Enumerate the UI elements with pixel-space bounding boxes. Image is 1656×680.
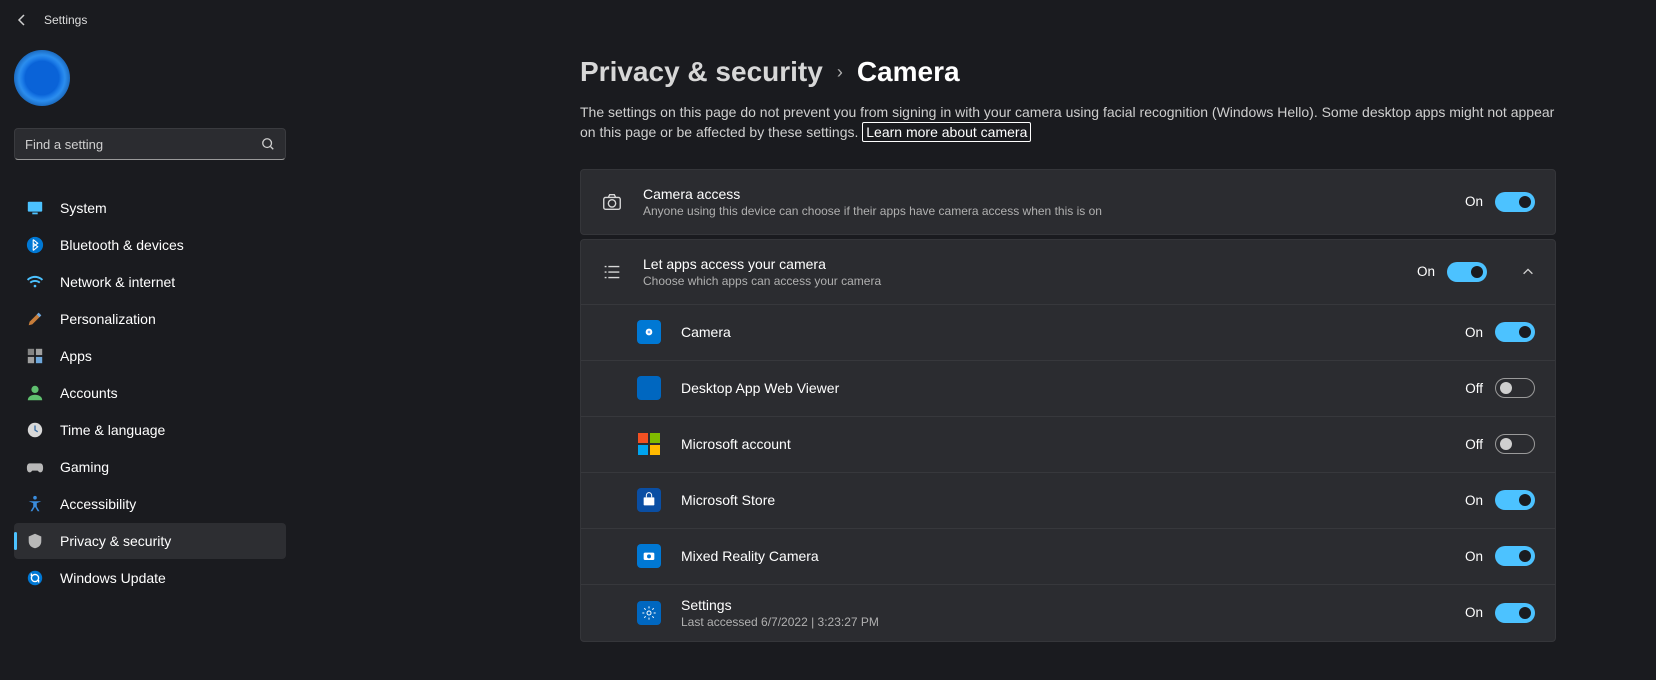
nav-label: Time & language (60, 422, 165, 438)
nav-time[interactable]: Time & language (14, 412, 286, 448)
toggle-state-label: On (1465, 549, 1483, 564)
nav-label: Apps (60, 348, 92, 364)
camera-access-row[interactable]: Camera access Anyone using this device c… (581, 170, 1555, 234)
gamepad-icon (26, 458, 44, 476)
camera-access-card: Camera access Anyone using this device c… (580, 169, 1556, 235)
user-avatar[interactable] (14, 50, 70, 106)
clock-icon (26, 421, 44, 439)
nav-label: Privacy & security (60, 533, 171, 549)
breadcrumb: Privacy & security › Camera (580, 56, 1556, 88)
app-icon (637, 432, 661, 456)
app-subtitle: Last accessed 6/7/2022 | 3:23:27 PM (681, 615, 1445, 629)
app-toggle[interactable] (1495, 603, 1535, 623)
let-apps-card: Let apps access your camera Choose which… (580, 239, 1556, 642)
nav-label: System (60, 200, 107, 216)
update-icon (26, 569, 44, 587)
nav-bluetooth[interactable]: Bluetooth & devices (14, 227, 286, 263)
app-icon (637, 544, 661, 568)
app-icon (637, 320, 661, 344)
sidebar: System Bluetooth & devices Network & int… (0, 40, 300, 680)
nav-label: Personalization (60, 311, 156, 327)
search-input[interactable] (25, 137, 251, 152)
nav-apps[interactable]: Apps (14, 338, 286, 374)
app-row-ms-account[interactable]: Microsoft account Off (581, 416, 1555, 472)
nav-system[interactable]: System (14, 190, 286, 226)
nav-label: Accounts (60, 385, 118, 401)
app-row-camera[interactable]: Camera On (581, 304, 1555, 360)
wifi-icon (26, 273, 44, 291)
row-title: Camera access (643, 186, 1445, 202)
chevron-right-icon: › (837, 62, 843, 83)
nav-gaming[interactable]: Gaming (14, 449, 286, 485)
person-icon (26, 384, 44, 402)
apps-icon (26, 347, 44, 365)
nav-privacy[interactable]: Privacy & security (14, 523, 286, 559)
app-toggle[interactable] (1495, 322, 1535, 342)
breadcrumb-parent[interactable]: Privacy & security (580, 56, 823, 88)
toggle-state-label: On (1465, 605, 1483, 620)
bluetooth-icon (26, 236, 44, 254)
learn-more-link[interactable]: Learn more about camera (862, 122, 1031, 142)
search-box[interactable] (14, 128, 286, 160)
app-row-settings[interactable]: Settings Last accessed 6/7/2022 | 3:23:2… (581, 584, 1555, 641)
nav-personalization[interactable]: Personalization (14, 301, 286, 337)
toggle-state-label: On (1465, 325, 1483, 340)
microsoft-logo-icon (638, 433, 660, 455)
toggle-state-label: Off (1465, 437, 1483, 452)
chevron-up-icon[interactable] (1521, 265, 1535, 279)
topbar-title: Settings (44, 13, 87, 27)
camera-access-toggle[interactable] (1495, 192, 1535, 212)
accessibility-icon (26, 495, 44, 513)
app-name: Settings (681, 597, 1445, 613)
row-subtitle: Anyone using this device can choose if t… (643, 204, 1445, 218)
app-icon (637, 376, 661, 400)
nav-label: Windows Update (60, 570, 166, 586)
breadcrumb-current: Camera (857, 56, 960, 88)
nav-network[interactable]: Network & internet (14, 264, 286, 300)
row-title: Let apps access your camera (643, 256, 1397, 272)
brush-icon (26, 310, 44, 328)
toggle-state-label: Off (1465, 381, 1483, 396)
app-row-store[interactable]: Microsoft Store On (581, 472, 1555, 528)
page-description: The settings on this page do not prevent… (580, 102, 1556, 143)
toggle-state-label: On (1465, 194, 1483, 209)
nav-list: System Bluetooth & devices Network & int… (14, 190, 286, 596)
topbar: Settings (0, 0, 1656, 40)
app-toggle[interactable] (1495, 546, 1535, 566)
app-icon (637, 488, 661, 512)
toggle-state-label: On (1465, 493, 1483, 508)
toggle-state-label: On (1417, 264, 1435, 279)
content: Privacy & security › Camera The settings… (300, 40, 1656, 680)
monitor-icon (26, 199, 44, 217)
app-toggle[interactable] (1495, 434, 1535, 454)
app-name: Microsoft account (681, 436, 1445, 452)
camera-icon (601, 191, 623, 213)
nav-accessibility[interactable]: Accessibility (14, 486, 286, 522)
search-icon (261, 137, 275, 151)
app-toggle[interactable] (1495, 378, 1535, 398)
app-toggle[interactable] (1495, 490, 1535, 510)
let-apps-row[interactable]: Let apps access your camera Choose which… (581, 240, 1555, 304)
nav-label: Accessibility (60, 496, 136, 512)
nav-label: Network & internet (60, 274, 175, 290)
app-name: Mixed Reality Camera (681, 548, 1445, 564)
nav-label: Bluetooth & devices (60, 237, 184, 253)
back-button[interactable] (14, 12, 30, 28)
app-row-webview[interactable]: Desktop App Web Viewer Off (581, 360, 1555, 416)
row-subtitle: Choose which apps can access your camera (643, 274, 1397, 288)
app-name: Camera (681, 324, 1445, 340)
app-name: Microsoft Store (681, 492, 1445, 508)
nav-update[interactable]: Windows Update (14, 560, 286, 596)
app-row-mixed-reality[interactable]: Mixed Reality Camera On (581, 528, 1555, 584)
list-icon (601, 261, 623, 283)
app-icon (637, 601, 661, 625)
app-name: Desktop App Web Viewer (681, 380, 1445, 396)
let-apps-toggle[interactable] (1447, 262, 1487, 282)
shield-icon (26, 532, 44, 550)
nav-accounts[interactable]: Accounts (14, 375, 286, 411)
description-text: The settings on this page do not prevent… (580, 104, 1554, 140)
nav-label: Gaming (60, 459, 109, 475)
